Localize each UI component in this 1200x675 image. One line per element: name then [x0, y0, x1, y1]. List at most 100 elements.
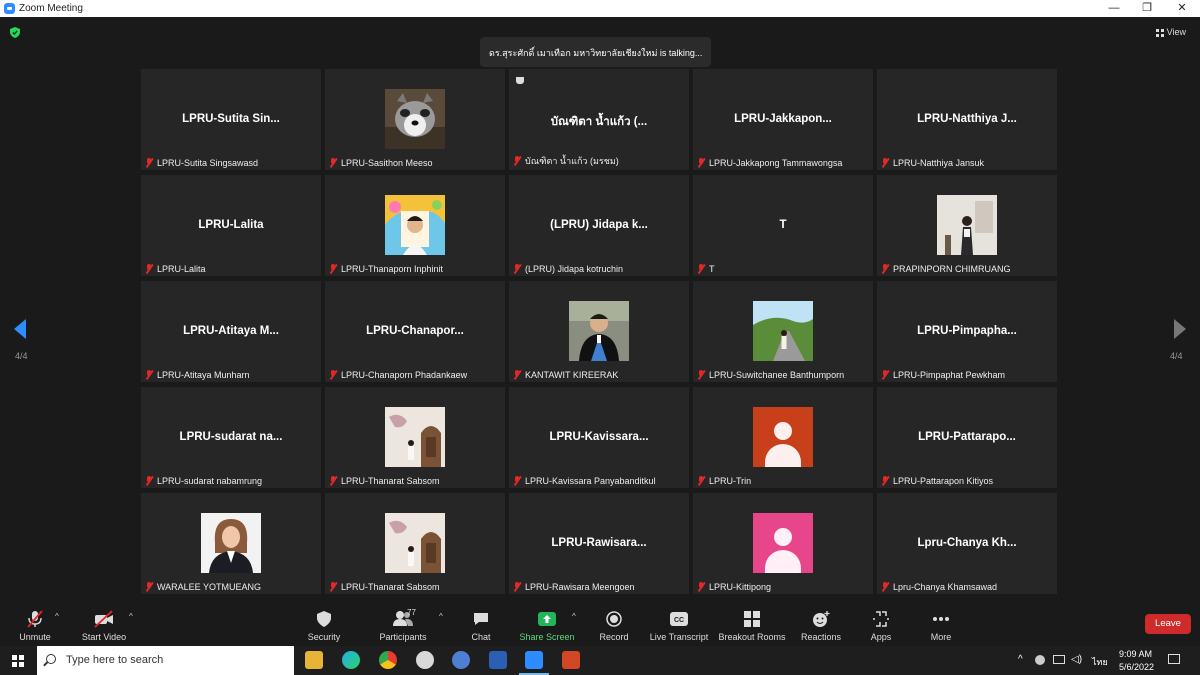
participant-label: LPRU-Natthiya Jansuk [881, 158, 984, 168]
mic-muted-icon [145, 476, 153, 486]
participant-tile[interactable]: PRAPINPORN CHIMRUANG [877, 175, 1057, 276]
clock-date[interactable]: 5/6/2022 [1119, 662, 1154, 672]
participant-label: LPRU-Atitaya Munharn [145, 370, 250, 380]
input-language[interactable]: ไทย [1092, 655, 1108, 669]
mic-muted-icon [697, 582, 705, 592]
page-indicator-right: 4/4 [1170, 351, 1183, 361]
mic-muted-icon [329, 582, 337, 592]
unmute-button[interactable]: Unmute [0, 608, 70, 642]
meeting-stage: ดร.สุระศักดิ์ เมาเทือก มหาวิทยาลัยเชียงใ… [0, 17, 1200, 604]
more-button[interactable]: More [906, 608, 976, 642]
record-button[interactable]: Record [579, 608, 649, 642]
participant-display-name: Lpru-Chanya Kh... [917, 537, 1017, 549]
participant-label: LPRU-sudarat nabamrung [145, 476, 262, 486]
cup-icon [516, 77, 524, 84]
network-icon[interactable] [1053, 655, 1065, 664]
participant-tile[interactable]: LPRU-Kittipong [693, 493, 873, 594]
volume-icon[interactable]: ◁) [1071, 654, 1082, 665]
participant-display-name: LPRU-Rawisara... [551, 537, 647, 549]
participant-label: LPRU-Pimpaphat Pewkham [881, 370, 1005, 380]
participant-tile[interactable]: บัณฑิตา น้ำแก้ว (... บัณฑิตา น้ำแก้ว (มร… [509, 69, 689, 170]
participant-tile[interactable]: (LPRU) Jidapa k... (LPRU) Jidapa kotruch… [509, 175, 689, 276]
participant-tile[interactable]: LPRU-Thanaporn Inphinit [325, 175, 505, 276]
participant-label: LPRU-Thanaporn Inphinit [329, 264, 443, 274]
share-screen-icon [538, 612, 556, 626]
participant-tile[interactable]: LPRU-Sutita Sin... LPRU-Sutita Singsawas… [141, 69, 321, 170]
view-button[interactable]: View [1155, 27, 1186, 37]
participant-tile[interactable]: Lpru-Chanya Kh... Lpru-Chanya Khamsawad [877, 493, 1057, 594]
powerpoint-icon[interactable] [562, 651, 580, 669]
globe-app-icon[interactable] [452, 651, 470, 669]
participant-label: PRAPINPORN CHIMRUANG [881, 264, 1011, 274]
participant-tile[interactable]: LPRU-Suwitchanee Banthumporn [693, 281, 873, 382]
participant-display-name: LPRU-Kavissara... [549, 431, 649, 443]
participant-tile[interactable]: LPRU-Trin [693, 387, 873, 488]
zoom-taskbar-icon[interactable] [519, 651, 549, 675]
next-page-arrow-icon[interactable] [1174, 319, 1186, 339]
tray-chevron-icon[interactable]: ^ [1018, 654, 1023, 665]
video-options-chevron-icon[interactable]: ^ [129, 612, 133, 621]
mic-muted-icon [329, 370, 337, 380]
participant-label: LPRU-Thanarat Sabsom [329, 582, 440, 592]
breakout-rooms-icon [744, 611, 760, 627]
participants-button[interactable]: 77 Participants [368, 608, 438, 642]
live-transcript-button[interactable]: CC Live Transcript [644, 608, 714, 642]
word-icon[interactable] [489, 651, 507, 669]
participant-label: LPRU-Kavissara Panyabanditkul [513, 476, 656, 486]
file-explorer-icon[interactable] [305, 651, 323, 669]
minimize-button[interactable]: — [1096, 0, 1132, 17]
clock-time[interactable]: 9:09 AM [1119, 649, 1152, 659]
participant-label: บัณฑิตา น้ำแก้ว (มรชม) [513, 154, 619, 168]
participant-label: T [697, 264, 715, 274]
app-icon[interactable] [416, 651, 434, 669]
chat-button[interactable]: Chat [446, 608, 516, 642]
participant-tile[interactable]: KANTAWIT KIREERAK [509, 281, 689, 382]
participant-tile[interactable]: LPRU-Jakkapon... LPRU-Jakkapong Tammawon… [693, 69, 873, 170]
shield-icon[interactable] [10, 27, 20, 38]
tray-app-icon[interactable] [1035, 655, 1045, 665]
apps-icon [873, 611, 889, 627]
edge-browser-icon[interactable] [342, 651, 360, 669]
participant-tile[interactable]: LPRU-Pattarapo... LPRU-Pattarapon Kitiyo… [877, 387, 1057, 488]
mic-muted-icon [697, 158, 705, 168]
chrome-icon[interactable] [379, 651, 397, 669]
share-options-chevron-icon[interactable]: ^ [572, 612, 576, 621]
breakout-rooms-button[interactable]: Breakout Rooms [717, 608, 787, 642]
participant-tile[interactable]: LPRU-Chanapor... LPRU-Chanaporn Phadanka… [325, 281, 505, 382]
close-button[interactable]: ✕ [1164, 0, 1200, 17]
windows-start-icon[interactable] [12, 655, 24, 667]
leave-button[interactable]: Leave [1145, 614, 1191, 634]
participant-tile[interactable]: T T [693, 175, 873, 276]
participant-tile[interactable]: LPRU-Thanarat Sabsom [325, 387, 505, 488]
participant-tile[interactable]: LPRU-Rawisara... LPRU-Rawisara Meengoen [509, 493, 689, 594]
participant-tile[interactable]: LPRU-Kavissara... LPRU-Kavissara Panyaba… [509, 387, 689, 488]
participant-tile[interactable]: LPRU-Pimpapha... LPRU-Pimpaphat Pewkham [877, 281, 1057, 382]
previous-page-arrow-icon[interactable] [14, 319, 26, 339]
participants-chevron-icon[interactable]: ^ [439, 612, 443, 621]
notifications-icon[interactable] [1168, 654, 1180, 664]
security-button[interactable]: Security [289, 608, 359, 642]
participant-tile[interactable]: LPRU-Thanarat Sabsom [325, 493, 505, 594]
participant-tile[interactable]: WARALEE YOTMUEANG [141, 493, 321, 594]
participant-tile[interactable]: LPRU-Lalita LPRU-Lalita [141, 175, 321, 276]
mic-muted-icon [329, 158, 337, 168]
gallery-grid: LPRU-Sutita Sin... LPRU-Sutita Singsawas… [141, 69, 1059, 594]
mic-muted-icon [881, 370, 889, 380]
participant-tile[interactable]: LPRU-Sasithon Meeso [325, 69, 505, 170]
audio-options-chevron-icon[interactable]: ^ [55, 612, 59, 621]
participant-label: LPRU-Jakkapong Tammawongsa [697, 158, 842, 168]
participant-tile[interactable]: LPRU-sudarat na... LPRU-sudarat nabamrun… [141, 387, 321, 488]
participant-tile[interactable]: LPRU-Atitaya M... LPRU-Atitaya Munharn [141, 281, 321, 382]
participant-photo [385, 89, 445, 149]
participant-photo [385, 513, 445, 573]
mic-muted-icon [329, 476, 337, 486]
title-bar: Zoom Meeting — ❐ ✕ [0, 0, 1200, 17]
restore-button[interactable]: ❐ [1129, 0, 1165, 17]
participant-label: (LPRU) Jidapa kotruchin [513, 264, 623, 274]
participant-photo [385, 407, 445, 467]
participant-label: Lpru-Chanya Khamsawad [881, 582, 997, 592]
active-speaker-banner: ดร.สุระศักดิ์ เมาเทือก มหาวิทยาลัยเชียงใ… [480, 37, 712, 67]
mic-muted-icon [513, 264, 521, 274]
participant-tile[interactable]: LPRU-Natthiya J... LPRU-Natthiya Jansuk [877, 69, 1057, 170]
taskbar-search-input[interactable]: Type here to search [37, 646, 294, 675]
